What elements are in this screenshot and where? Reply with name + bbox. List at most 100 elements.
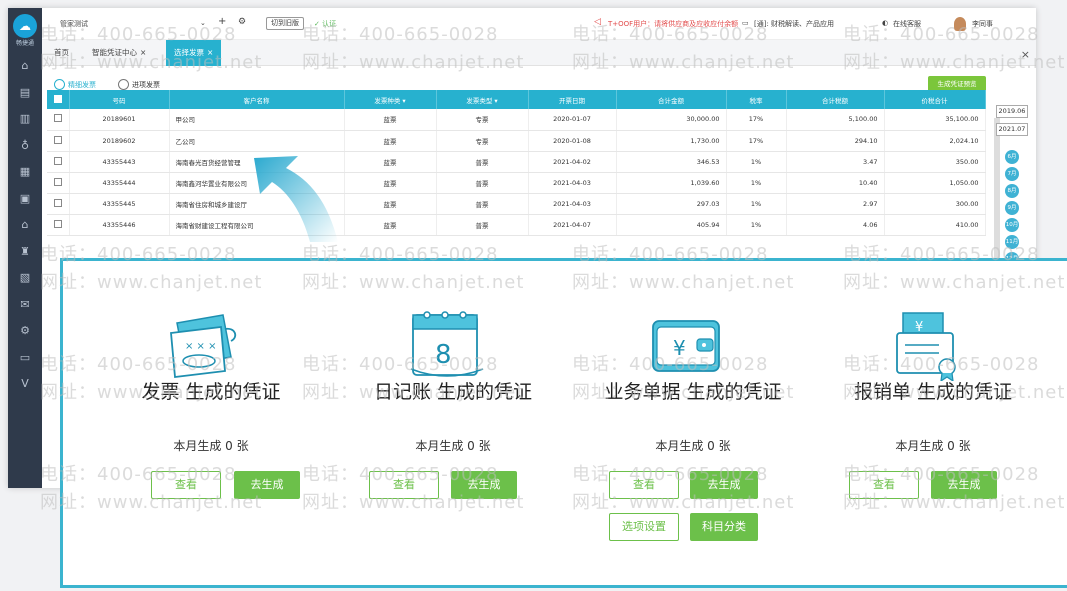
table-row[interactable]: 43355446 海南省财建设工程有限公司 蓝票 普票 2021-04-07 405.94…	[47, 214, 986, 236]
table-cell: 5,100.00	[786, 109, 885, 131]
column-header[interactable]: 号码	[69, 90, 170, 109]
view-button[interactable]: 查看	[849, 471, 919, 499]
table-row[interactable]: 20189601 甲公司 蓝票 专票 2020-01-07 30,000.00 17% 5,1…	[47, 109, 986, 131]
export-icon[interactable]: ▭	[8, 345, 42, 372]
month-button[interactable]: 10月	[1005, 218, 1019, 232]
column-header[interactable]: 开票日期	[528, 90, 617, 109]
switch-version-button[interactable]: 切到旧版	[266, 17, 304, 30]
chevron-down-icon[interactable]: ⌄	[200, 19, 206, 27]
table-row[interactable]: 43355443 海南春光百货经营管理 蓝票 普票 2021-04-02 346.53 1%…	[47, 151, 986, 173]
table-header: 号码 客户名称 发票种类 ▾ 发票类型 ▾ 开票日期 合计金额 税率 合计税额 …	[47, 90, 986, 109]
table-cell: 2021-04-07	[528, 214, 617, 236]
table-row[interactable]: 43355445 海南省住房和城乡建设厅 蓝票 普票 2021-04-03 297.03 1…	[47, 193, 986, 215]
close-icon[interactable]: ×	[207, 48, 213, 57]
account-name[interactable]: 管家测试	[60, 19, 88, 29]
report-icon[interactable]: ▧	[8, 265, 42, 292]
generate-button[interactable]: 去生成	[451, 471, 517, 499]
view-button[interactable]: 查看	[151, 471, 221, 499]
home-icon[interactable]: ⌂	[8, 53, 42, 80]
table-cell: 297.03	[616, 193, 727, 215]
card-count: 本月生成 0 张	[415, 439, 491, 453]
card-title: 日记账 生成的凭证	[373, 381, 533, 403]
table-cell: 蓝票	[344, 151, 437, 173]
month-button[interactable]: 8月	[1005, 184, 1019, 198]
generate-button[interactable]: 去生成	[931, 471, 997, 499]
receipt-icon: ¥	[896, 312, 956, 381]
month-button[interactable]: 6月	[1005, 150, 1019, 164]
generate-button[interactable]: 去生成	[234, 471, 300, 499]
online-service-link[interactable]: 在线客服	[893, 19, 921, 29]
column-header[interactable]: 发票类型 ▾	[436, 90, 529, 109]
settings-icon[interactable]: ⚙	[8, 318, 42, 345]
column-header[interactable]: 客户名称	[169, 90, 345, 109]
month-button[interactable]: 11月	[1005, 235, 1019, 249]
row-checkbox[interactable]	[47, 130, 70, 152]
table-row[interactable]: 20189602 乙公司 蓝票 专票 2020-01-08 1,730.00 17% 294.…	[47, 130, 986, 152]
tab-voucher-center[interactable]: 智能凭证中心 ×	[84, 40, 154, 66]
table-cell: 43355444	[69, 172, 170, 194]
table-cell: 1,050.00	[884, 172, 986, 194]
month-button[interactable]: 9月	[1005, 201, 1019, 215]
options-settings-button[interactable]: 选项设置	[609, 513, 679, 541]
logo-icon: ☁	[13, 14, 37, 38]
category-button[interactable]: 科目分类	[690, 513, 758, 541]
row-checkbox[interactable]	[47, 151, 70, 173]
gear-icon[interactable]: ⚙	[238, 17, 246, 27]
bank-icon[interactable]: ⌂	[8, 212, 42, 239]
row-checkbox[interactable]	[47, 214, 70, 236]
close-icon[interactable]: ×	[1021, 48, 1030, 61]
message-icon[interactable]: ▭	[742, 19, 749, 27]
table-cell: 蓝票	[344, 130, 437, 152]
column-header[interactable]: 合计税额	[786, 90, 885, 109]
table-cell: 1%	[726, 151, 787, 173]
close-icon[interactable]: ×	[140, 48, 146, 57]
document-icon[interactable]: ▣	[8, 186, 42, 213]
table-cell: 2.97	[786, 193, 885, 215]
mail-icon[interactable]: ✉	[8, 292, 42, 319]
date-to-field[interactable]: 2021.07	[996, 123, 1028, 136]
scrollbar[interactable]	[994, 118, 1000, 268]
row-checkbox[interactable]	[47, 109, 70, 131]
vip-icon[interactable]: V	[8, 371, 42, 398]
notice-text[interactable]: T+OOF用户：请将供应商及应收应付余额...	[608, 19, 738, 29]
stamp-icon[interactable]: ♜	[8, 239, 42, 266]
card-count: 本月生成 0 张	[655, 439, 731, 453]
column-header[interactable]: 合计金额	[616, 90, 727, 109]
card-invoice: × × × 发票 生成的凭证 本月生成 0 张 查看 去生成	[91, 261, 331, 591]
table-row[interactable]: 43355444 海南鑫河华置业有限公司 蓝票 普票 2021-04-03 1,039.6…	[47, 172, 986, 194]
invoice-icon	[54, 79, 65, 90]
row-checkbox[interactable]	[47, 172, 70, 194]
view-button[interactable]: 查看	[369, 471, 439, 499]
table-cell: 30,000.00	[616, 109, 727, 131]
table-cell: 普票	[436, 151, 529, 173]
table-cell: 蓝票	[344, 193, 437, 215]
help-text[interactable]: [通]: 财税解读、产品应用	[754, 19, 834, 29]
chart-icon[interactable]: ▥	[8, 106, 42, 133]
select-all-checkbox[interactable]	[47, 90, 70, 109]
table-cell: 2021-04-02	[528, 151, 617, 173]
card-count: 本月生成 0 张	[895, 439, 971, 453]
column-header[interactable]: 价税合计	[884, 90, 986, 109]
row-checkbox[interactable]	[47, 193, 70, 215]
avatar[interactable]	[954, 17, 966, 31]
add-icon[interactable]: +	[218, 16, 226, 27]
month-button[interactable]: 7月	[1005, 167, 1019, 181]
tab-select-invoice[interactable]: 选择发票 ×	[166, 40, 222, 66]
tab-home[interactable]: 首页	[46, 40, 77, 66]
wallet-icon: ¥	[652, 320, 720, 372]
auth-badge[interactable]: ✓ 认证	[314, 19, 336, 29]
ledger-icon[interactable]: ▦	[8, 159, 42, 186]
date-from-field[interactable]: 2019.06	[996, 105, 1028, 118]
speaker-icon: ◁	[594, 17, 601, 27]
column-header[interactable]: 税率	[726, 90, 787, 109]
headset-icon[interactable]: ◐	[882, 19, 888, 27]
generate-button[interactable]: 去生成	[690, 471, 758, 499]
column-header[interactable]: 发票种类 ▾	[344, 90, 437, 109]
view-button[interactable]: 查看	[609, 471, 679, 499]
voucher-icon[interactable]: ▤	[8, 80, 42, 107]
logo-text: 畅捷通	[15, 40, 34, 47]
money-bag-icon[interactable]: ♁	[8, 133, 42, 160]
invoice-icon: × × ×	[170, 314, 237, 379]
table-cell: 专票	[436, 130, 529, 152]
user-name[interactable]: 李同事	[972, 19, 993, 29]
